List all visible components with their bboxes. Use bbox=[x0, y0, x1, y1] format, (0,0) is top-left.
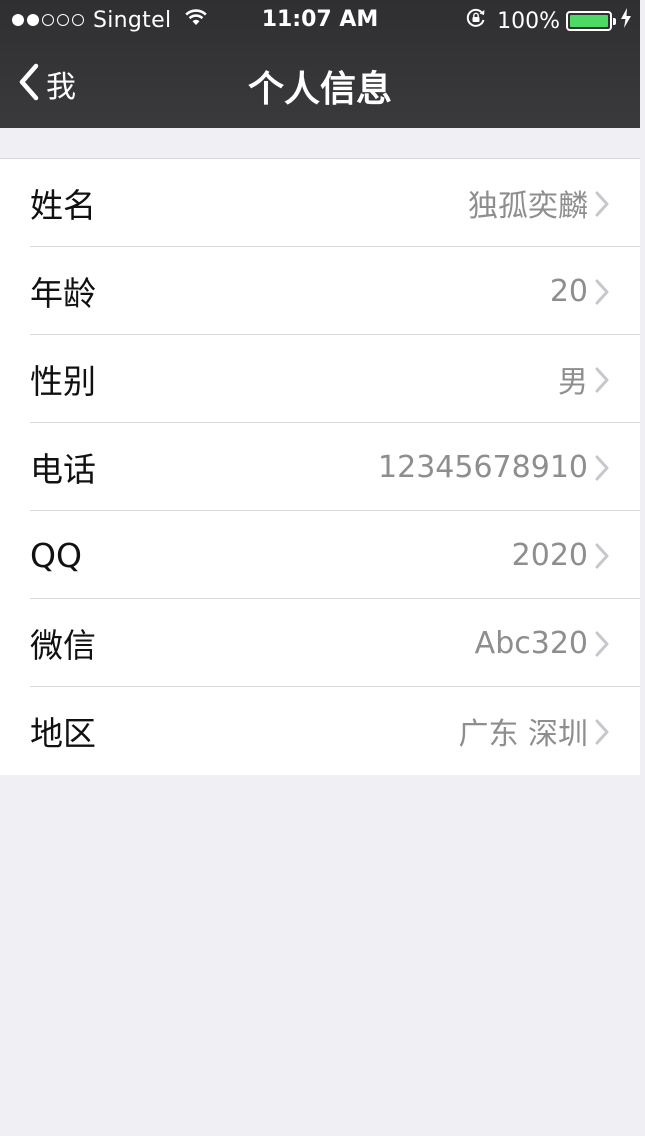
rotation-lock-icon bbox=[465, 7, 487, 35]
row-value: 男 bbox=[558, 365, 588, 400]
row-value: 2020 bbox=[511, 537, 588, 573]
chevron-right-icon bbox=[595, 719, 609, 745]
page-title-wrap: 个人信息 bbox=[0, 60, 640, 112]
row-label: 年龄 bbox=[30, 274, 96, 313]
signal-dot-empty bbox=[42, 14, 54, 26]
profile-row-gender[interactable]: 性别 男 bbox=[0, 335, 640, 423]
carrier-name: Singtel bbox=[93, 7, 172, 33]
signal-dot-empty bbox=[57, 14, 69, 26]
status-right: 100% bbox=[465, 7, 632, 35]
profile-row-phone[interactable]: 电话 12345678910 bbox=[0, 423, 640, 511]
row-value: 12345678910 bbox=[378, 449, 588, 485]
top-bar: Singtel 11:07 AM 100% 我 个人信息 bbox=[0, 0, 640, 128]
profile-row-region[interactable]: 地区 广东 深圳 bbox=[0, 687, 640, 775]
chevron-right-icon bbox=[595, 543, 609, 569]
profile-row-age[interactable]: 年龄 20 bbox=[0, 247, 640, 335]
chevron-left-icon bbox=[18, 63, 40, 105]
chevron-right-icon bbox=[595, 279, 609, 305]
row-value: Abc320 bbox=[474, 625, 588, 661]
row-label: 地区 bbox=[30, 714, 96, 753]
row-label: QQ bbox=[30, 535, 82, 575]
navigation-bar: 我 个人信息 bbox=[0, 40, 640, 128]
row-label: 电话 bbox=[30, 450, 96, 489]
back-button[interactable]: 我 bbox=[18, 62, 76, 106]
row-value: 独孤奕麟 bbox=[468, 189, 588, 224]
chevron-right-icon bbox=[595, 191, 609, 217]
charging-bolt-icon bbox=[620, 8, 632, 34]
signal-dot-full bbox=[27, 14, 39, 26]
row-label: 微信 bbox=[30, 626, 96, 665]
page-title: 个人信息 bbox=[247, 69, 392, 110]
battery-icon bbox=[566, 11, 616, 31]
row-label: 姓名 bbox=[30, 186, 96, 225]
battery-nub bbox=[613, 18, 616, 25]
status-time: 11:07 AM bbox=[261, 7, 379, 32]
profile-row-name[interactable]: 姓名 独孤奕麟 bbox=[0, 159, 640, 247]
status-left: Singtel bbox=[12, 7, 209, 33]
profile-list: 姓名 独孤奕麟年龄 20 性别 男电话 12345678910 QQ 2020 微信 Abc320… bbox=[0, 158, 640, 775]
chevron-right-icon bbox=[595, 631, 609, 657]
wifi-icon bbox=[183, 7, 209, 33]
profile-row-qq[interactable]: QQ 2020 bbox=[0, 511, 640, 599]
row-value: 广东 深圳 bbox=[458, 717, 588, 752]
row-value: 20 bbox=[549, 273, 588, 309]
signal-dot-full bbox=[12, 14, 24, 26]
chevron-right-icon bbox=[595, 367, 609, 393]
signal-dot-empty bbox=[72, 14, 84, 26]
back-label: 我 bbox=[46, 70, 76, 105]
battery-fill bbox=[570, 15, 608, 27]
status-bar: Singtel 11:07 AM 100% bbox=[0, 0, 640, 40]
battery-percent: 100% bbox=[497, 8, 560, 34]
chevron-right-icon bbox=[595, 455, 609, 481]
profile-row-wechat[interactable]: 微信 Abc320 bbox=[0, 599, 640, 687]
row-label: 性别 bbox=[30, 362, 96, 401]
